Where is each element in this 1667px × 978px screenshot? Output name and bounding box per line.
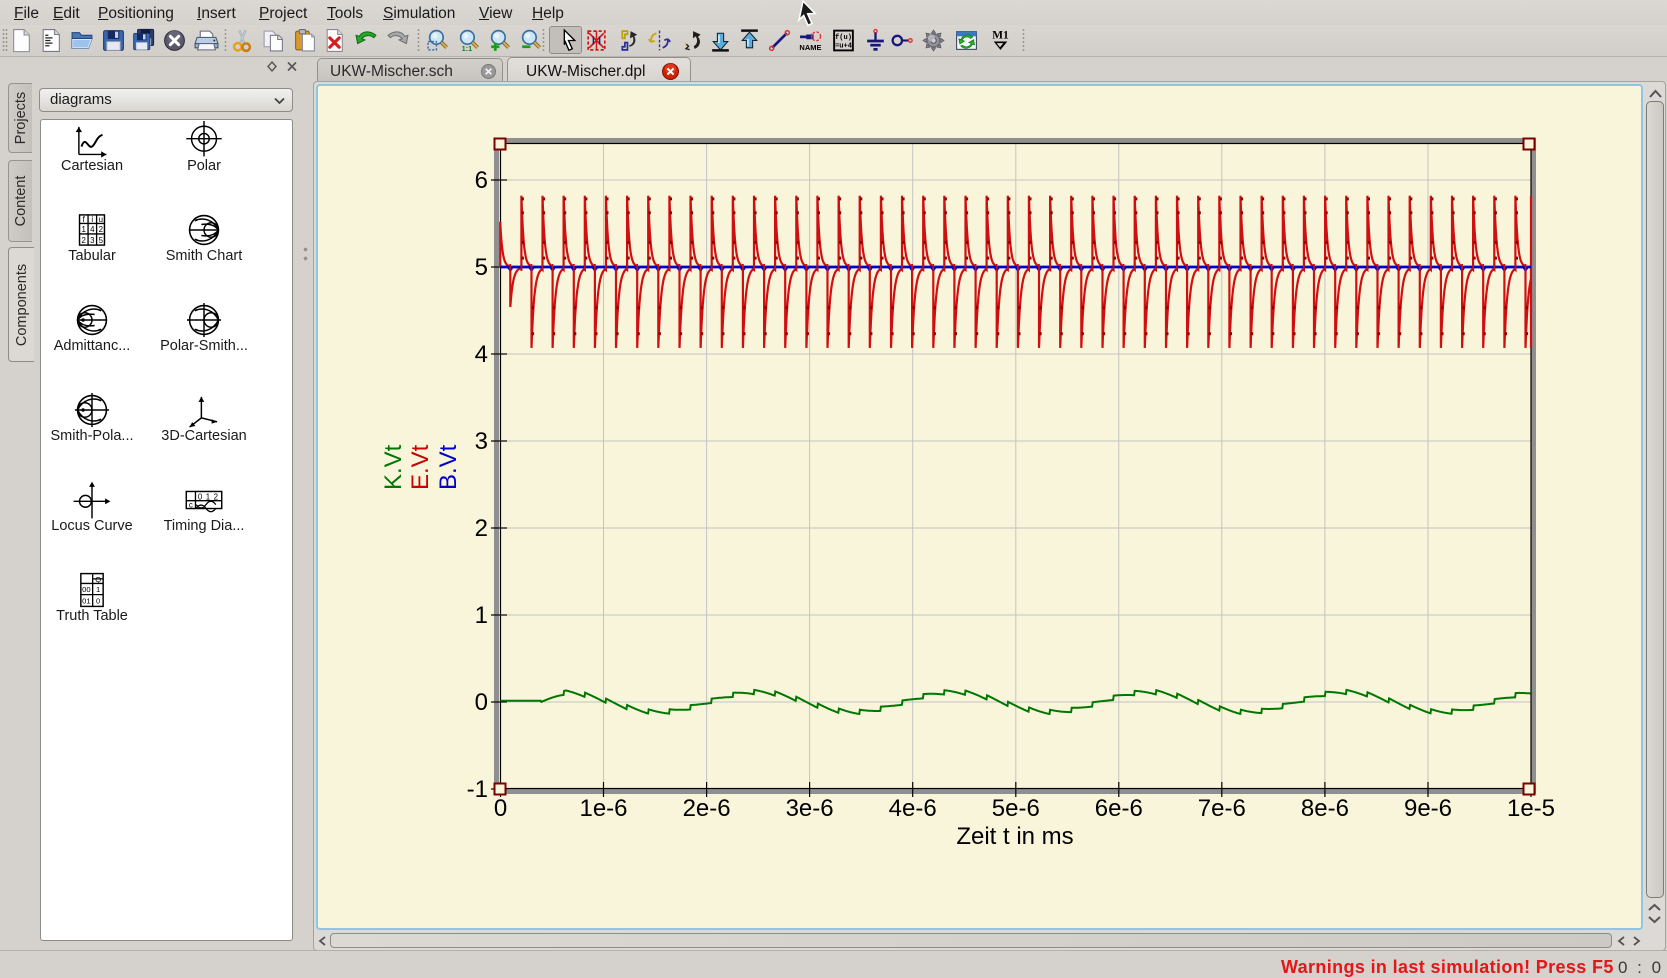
svg-text:3: 3	[475, 428, 488, 455]
svg-text:2: 2	[475, 515, 488, 542]
svg-text:B.Vt: B.Vt	[435, 444, 462, 490]
svg-text:4e-6: 4e-6	[889, 795, 937, 822]
svg-text:1e-5: 1e-5	[1507, 795, 1555, 822]
svg-text:8e-6: 8e-6	[1301, 795, 1349, 822]
svg-text:E.Vt: E.Vt	[407, 444, 434, 490]
svg-text:2e-6: 2e-6	[683, 795, 731, 822]
svg-text:0: 0	[494, 795, 507, 822]
svg-text:-1: -1	[467, 776, 488, 803]
svg-text:6: 6	[475, 167, 488, 194]
svg-text:0: 0	[475, 689, 488, 716]
svg-text:9e-6: 9e-6	[1404, 795, 1452, 822]
svg-text:K.Vt: K.Vt	[380, 444, 407, 490]
svg-text:Zeit t in ms: Zeit t in ms	[956, 823, 1073, 850]
svg-text:1e-6: 1e-6	[579, 795, 627, 822]
svg-text:5: 5	[475, 254, 488, 281]
svg-text:4: 4	[475, 341, 488, 368]
svg-text:1: 1	[475, 602, 488, 629]
svg-text:7e-6: 7e-6	[1198, 795, 1246, 822]
svg-text:6e-6: 6e-6	[1095, 795, 1143, 822]
svg-text:3e-6: 3e-6	[786, 795, 834, 822]
svg-text:5e-6: 5e-6	[992, 795, 1040, 822]
